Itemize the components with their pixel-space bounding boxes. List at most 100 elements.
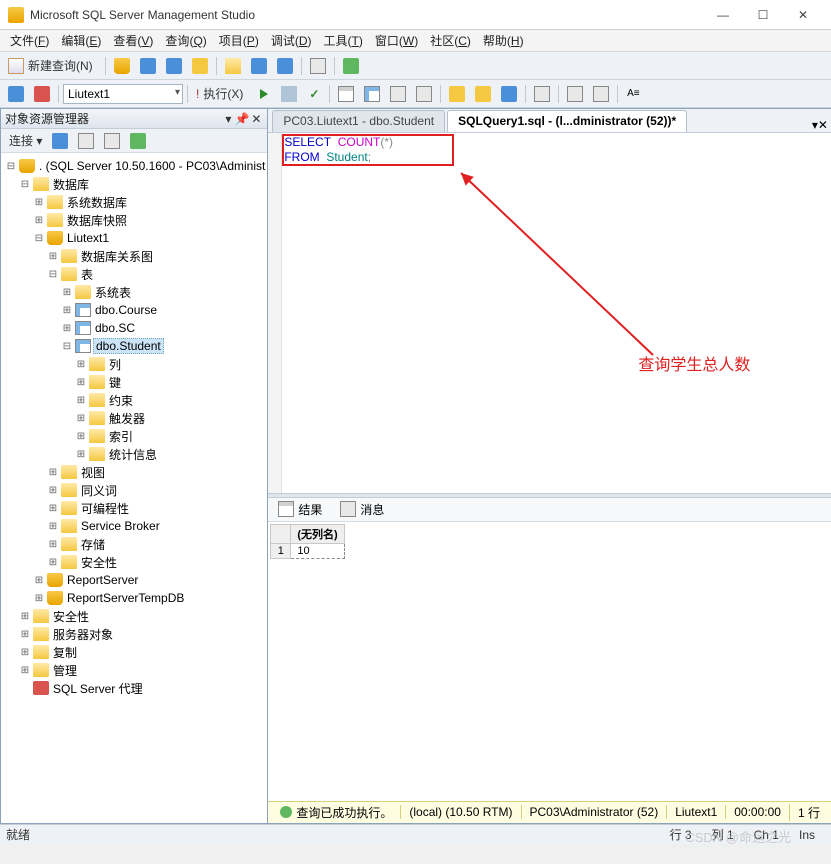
tb-indent-out[interactable] xyxy=(563,83,587,105)
tree-security-server[interactable]: ⊞安全性 xyxy=(5,607,267,625)
result-rownum: 1 xyxy=(271,543,291,558)
execute-button[interactable]: !执行(X) xyxy=(192,83,251,105)
tree-sysdb[interactable]: ⊞系统数据库 xyxy=(5,193,267,211)
tree-systables[interactable]: ⊞系统表 xyxy=(5,283,267,301)
tree-synonyms[interactable]: ⊞同义词 xyxy=(5,481,267,499)
open-icon xyxy=(225,58,241,74)
tb-q6[interactable] xyxy=(471,83,495,105)
menu-edit[interactable]: 编辑(E) xyxy=(55,30,107,51)
tree-management[interactable]: ⊞管理 xyxy=(5,661,267,679)
tb-q4[interactable] xyxy=(412,83,436,105)
new-query-button[interactable]: 新建查询(N) xyxy=(4,55,101,77)
connect-button[interactable]: 连接 ▾ xyxy=(5,132,46,149)
object-explorer-header: 对象资源管理器 ▾ 📌 ✕ xyxy=(1,109,267,129)
tree-table-student[interactable]: ⊟dbo.Student xyxy=(5,337,267,355)
tb-reg[interactable] xyxy=(339,55,363,77)
comment-icon xyxy=(534,86,550,102)
tb-btn-3[interactable] xyxy=(162,55,186,77)
tree-views[interactable]: ⊞视图 xyxy=(5,463,267,481)
tab-close-icon[interactable]: ✕ xyxy=(818,118,828,132)
tb-specify[interactable]: A≡ xyxy=(622,83,644,105)
tb-saveall[interactable] xyxy=(273,55,297,77)
results-icon xyxy=(278,501,294,517)
tree-serverobjects[interactable]: ⊞服务器对象 xyxy=(5,625,267,643)
tb-activity[interactable] xyxy=(306,55,330,77)
object-tree[interactable]: ⊟. (SQL Server 10.50.1600 - PC03\Adminis… xyxy=(1,153,267,823)
tree-snapshots[interactable]: ⊞数据库快照 xyxy=(5,211,267,229)
results-grid[interactable]: (无列名) 110 xyxy=(268,522,831,801)
stop-icon xyxy=(281,86,297,102)
tree-databases[interactable]: ⊟数据库 xyxy=(5,175,267,193)
tree-indexes[interactable]: ⊞索引 xyxy=(5,427,267,445)
parse-button[interactable]: ✓ xyxy=(303,83,325,105)
tb-q7[interactable] xyxy=(497,83,521,105)
tree-security[interactable]: ⊞安全性 xyxy=(5,553,267,571)
tree-servicebroker[interactable]: ⊞Service Broker xyxy=(5,517,267,535)
tb-comment[interactable] xyxy=(530,83,554,105)
tree-table-sc[interactable]: ⊞dbo.SC xyxy=(5,319,267,337)
tb-q3[interactable] xyxy=(386,83,410,105)
icon-blue2 xyxy=(166,58,182,74)
close-button[interactable]: ✕ xyxy=(783,3,823,27)
menu-project[interactable]: 项目(P) xyxy=(213,30,265,51)
tree-triggers[interactable]: ⊞触发器 xyxy=(5,409,267,427)
tree-constraints[interactable]: ⊞约束 xyxy=(5,391,267,409)
tb-disconn[interactable] xyxy=(30,83,54,105)
tb-indent-in[interactable] xyxy=(589,83,613,105)
tree-statistics[interactable]: ⊞统计信息 xyxy=(5,445,267,463)
tree-server[interactable]: ⊟. (SQL Server 10.50.1600 - PC03\Adminis… xyxy=(5,157,267,175)
tree-storage[interactable]: ⊞存储 xyxy=(5,535,267,553)
menu-view[interactable]: 查看(V) xyxy=(107,30,159,51)
pin-icon[interactable]: 📌 xyxy=(235,112,249,126)
results-tab[interactable]: 结果 xyxy=(272,499,328,520)
tree-db-liutext1[interactable]: ⊟Liutext1 xyxy=(5,229,267,247)
tree-replication[interactable]: ⊞复制 xyxy=(5,643,267,661)
menu-help[interactable]: 帮助(H) xyxy=(477,30,530,51)
tb-btn-2[interactable] xyxy=(136,55,160,77)
tree-columns[interactable]: ⊞列 xyxy=(5,355,267,373)
tab-table-designer[interactable]: PC03.Liutext1 - dbo.Student xyxy=(272,110,445,132)
tree-reportserver[interactable]: ⊞ReportServer xyxy=(5,571,267,589)
refresh-icon xyxy=(130,133,146,149)
maximize-button[interactable]: ☐ xyxy=(743,3,783,27)
sql-text[interactable]: SELECT COUNT(*) FROM Student; xyxy=(284,135,393,165)
tree-programmability[interactable]: ⊞可编程性 xyxy=(5,499,267,517)
menu-window[interactable]: 窗口(W) xyxy=(369,30,424,51)
tb-btn-4[interactable] xyxy=(188,55,212,77)
tree-sqlagent[interactable]: SQL Server 代理 xyxy=(5,679,267,697)
menu-tools[interactable]: 工具(T) xyxy=(318,30,369,51)
tree-tables[interactable]: ⊟表 xyxy=(5,265,267,283)
tb-q2[interactable] xyxy=(360,83,384,105)
tree-keys[interactable]: ⊞键 xyxy=(5,373,267,391)
minimize-button[interactable]: — xyxy=(703,3,743,27)
sql-editor[interactable]: SELECT COUNT(*) FROM Student; 查询学生总人数 xyxy=(268,133,831,493)
tab-sqlquery[interactable]: SQLQuery1.sql - (l...dministrator (52))* xyxy=(447,110,687,132)
messages-tab[interactable]: 消息 xyxy=(334,499,390,520)
app-statusbar: 就绪 行 3 列 1 Ch 1 Ins xyxy=(0,824,831,844)
close-panel-icon[interactable]: ✕ xyxy=(249,112,263,126)
tb-change-conn[interactable] xyxy=(4,83,28,105)
filter-icon xyxy=(78,133,94,149)
database-combo[interactable]: Liutext1 xyxy=(63,84,183,104)
menu-file[interactable]: 文件(F) xyxy=(4,30,55,51)
object-explorer: 对象资源管理器 ▾ 📌 ✕ 连接 ▾ ⊟. (SQL Server 10.50.… xyxy=(0,108,268,824)
oe-btn-3[interactable] xyxy=(100,130,124,152)
tree-reportservertmp[interactable]: ⊞ReportServerTempDB xyxy=(5,589,267,607)
result-value[interactable]: 10 xyxy=(291,543,344,558)
stop-button[interactable] xyxy=(277,83,301,105)
oe-btn-1[interactable] xyxy=(48,130,72,152)
tb-open[interactable] xyxy=(221,55,245,77)
menu-debug[interactable]: 调试(D) xyxy=(265,30,318,51)
dropdown-icon[interactable]: ▾ xyxy=(221,112,235,126)
debug-button[interactable] xyxy=(253,83,275,105)
oe-btn-4[interactable] xyxy=(126,130,150,152)
tb-btn-1[interactable] xyxy=(110,55,134,77)
tree-diagrams[interactable]: ⊞数据库关系图 xyxy=(5,247,267,265)
menu-query[interactable]: 查询(Q) xyxy=(159,30,212,51)
oe-btn-2[interactable] xyxy=(74,130,98,152)
tree-table-course[interactable]: ⊞dbo.Course xyxy=(5,301,267,319)
tb-save[interactable] xyxy=(247,55,271,77)
tb-q1[interactable] xyxy=(334,83,358,105)
tb-q5[interactable] xyxy=(445,83,469,105)
menu-community[interactable]: 社区(C) xyxy=(424,30,477,51)
